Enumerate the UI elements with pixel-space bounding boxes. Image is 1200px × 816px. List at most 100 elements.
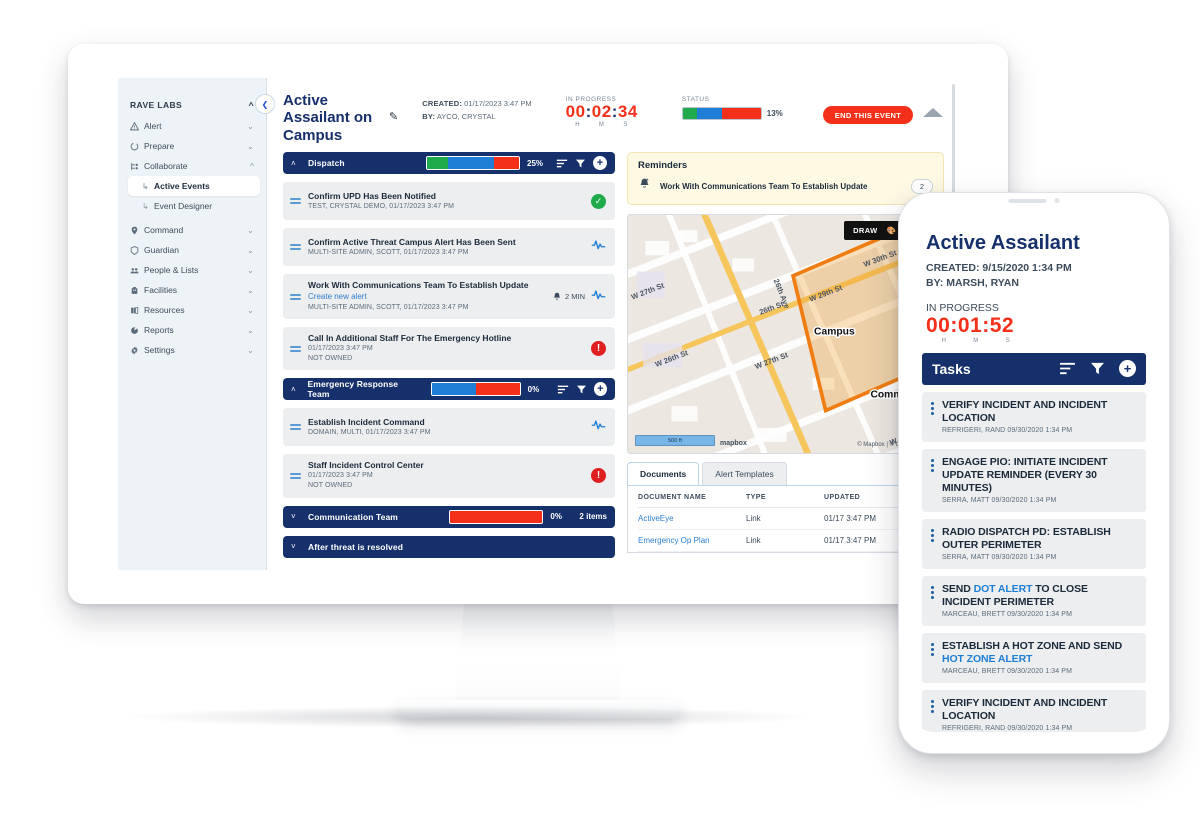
sort-icon[interactable] xyxy=(1059,362,1076,375)
chevron-up-icon: ^ xyxy=(250,161,254,171)
table-row[interactable]: Emergency Op Plan Link 01/17 3:47 PM xyxy=(638,530,933,553)
end-event-button[interactable]: END THIS EVENT xyxy=(822,106,914,124)
drag-handle-icon[interactable] xyxy=(931,697,935,732)
task-meta: MARCEAU, BRETT 09/30/2020 1:34 PM xyxy=(942,667,1073,675)
sidebar-item-settings[interactable]: Settings ⌄ xyxy=(118,340,266,360)
task-row[interactable]: Call In Additional Staff For The Emergen… xyxy=(283,326,615,371)
drag-handle-icon[interactable] xyxy=(290,293,301,300)
section-progress-bar xyxy=(431,382,521,397)
unit-s: S xyxy=(623,121,628,128)
sidebar-item-reports[interactable]: Reports ⌄ xyxy=(118,320,266,340)
timer-units: H M S xyxy=(566,122,638,128)
phone-task-row[interactable]: SEND DOT ALERT TO CLOSE INCIDENT PERIMET… xyxy=(922,575,1146,626)
phone-task-row[interactable]: VERIFY INCIDENT AND INCIDENT LOCATION REF… xyxy=(922,689,1146,732)
add-task-button[interactable]: + xyxy=(593,156,607,171)
pin-icon xyxy=(130,226,144,235)
people-icon xyxy=(130,266,144,275)
tab-documents[interactable]: Documents xyxy=(627,462,700,486)
reminder-item[interactable]: Work With Communications Team To Establi… xyxy=(638,177,933,195)
sidebar-item-resources[interactable]: Resources ⌄ xyxy=(118,300,266,320)
section-progress-bar xyxy=(449,509,544,524)
phone-task-row[interactable]: ESTABLISH A HOT ZONE AND SEND HOT ZONE A… xyxy=(922,632,1146,683)
drag-handle-icon[interactable] xyxy=(931,456,935,504)
chevron-down-icon: ⌄ xyxy=(246,120,254,131)
task-meta: NOT OWNED xyxy=(308,482,353,490)
task-activity-icon[interactable] xyxy=(591,238,606,256)
task-activity-icon[interactable] xyxy=(591,288,606,306)
phone-elapsed-timer: 00:01:52 xyxy=(926,314,1015,338)
phone-task-row[interactable]: ENGAGE PIO: INITIATE INCIDENT UPDATE REM… xyxy=(922,448,1146,512)
task-name: SEND DOT ALERT TO CLOSE INCIDENT PERIMET… xyxy=(942,582,1088,608)
task-row[interactable]: Confirm UPD Has Been Notified TEST, CRYST… xyxy=(283,182,615,221)
task-name: Confirm Active Threat Campus Alert Has B… xyxy=(308,236,516,247)
drag-handle-icon[interactable] xyxy=(931,526,935,561)
collapse-header-caret-icon[interactable] xyxy=(923,108,944,117)
phone-task-row[interactable]: VERIFY INCIDENT AND INCIDENT LOCATION REF… xyxy=(922,391,1146,442)
sidebar-collapse-button[interactable]: ❮ xyxy=(255,94,275,114)
documents-panel: DOCUMENT NAME TYPE UPDATED ActiveEye Link… xyxy=(627,485,944,554)
add-task-button[interactable]: + xyxy=(593,382,607,397)
mapbox-logo: mapbox xyxy=(720,440,747,448)
section-header[interactable]: ˅ After threat is resolved xyxy=(283,535,615,558)
task-activity-icon[interactable] xyxy=(591,418,606,436)
sidebar-item-active-events[interactable]: ↳ Active Events xyxy=(128,176,260,196)
sidebar-item-people-lists[interactable]: People & Lists ⌄ xyxy=(118,260,266,280)
filter-icon[interactable] xyxy=(576,385,587,394)
status-segment xyxy=(682,108,697,119)
task-link[interactable]: Create new alert xyxy=(308,291,545,303)
section-header[interactable]: ˅ Communication Team 0% 2 items xyxy=(283,505,615,528)
sidebar-item-facilities[interactable]: Facilities ⌄ xyxy=(118,280,266,300)
filter-icon[interactable] xyxy=(1090,362,1105,375)
sidebar-item-event-designer[interactable]: ↳ Event Designer xyxy=(118,196,266,216)
document-name[interactable]: Emergency Op Plan xyxy=(638,536,746,545)
incident-map[interactable]: W 27th St W 26th St 26th St W 29th St W … xyxy=(627,214,944,455)
section-header[interactable]: ˄ Dispatch 25% + xyxy=(283,152,615,175)
task-link[interactable]: DOT ALERT xyxy=(974,583,1033,595)
palette-icon[interactable]: 🎨 xyxy=(887,226,897,235)
drag-handle-icon[interactable] xyxy=(290,424,301,431)
drag-handle-icon[interactable] xyxy=(931,583,935,618)
document-name[interactable]: ActiveEye xyxy=(638,514,746,523)
timer-hours: 00 xyxy=(565,102,586,121)
sidebar-item-collaborate[interactable]: Collaborate ^ xyxy=(118,156,266,176)
phone-timer-units: H M S xyxy=(926,338,1142,344)
task-row[interactable]: Staff Incident Control Center 01/17/2023 … xyxy=(283,454,615,498)
drag-handle-icon[interactable] xyxy=(290,244,301,251)
section-header[interactable]: ˄ Emergency Response Team 0% + xyxy=(283,378,615,401)
drag-handle-icon[interactable] xyxy=(290,345,301,352)
sidebar-item-label: Collaborate xyxy=(144,161,188,171)
task-row[interactable]: Establish Incident Command DOMAIN, MULTI,… xyxy=(283,408,615,447)
sidebar-item-label: People & Lists xyxy=(144,265,199,275)
chevron-up-icon: ^ xyxy=(248,100,254,110)
map-canvas: W 27th St W 26th St 26th St W 29th St W … xyxy=(628,215,943,454)
event-status: STATUS 13% xyxy=(681,96,783,120)
tab-alert-templates[interactable]: Alert Templates xyxy=(702,462,787,486)
sidebar-item-alert[interactable]: Alert ⌄ xyxy=(118,116,266,136)
documents-tabs: Documents Alert Templates xyxy=(627,462,944,486)
sort-icon[interactable] xyxy=(556,159,568,168)
task-name: Establish Incident Command xyxy=(308,416,425,427)
monitor-stand-neck xyxy=(454,600,622,706)
drag-handle-icon[interactable] xyxy=(931,640,935,675)
task-row[interactable]: Work With Communications Team To Establi… xyxy=(283,274,615,319)
add-task-button[interactable]: + xyxy=(1119,360,1136,378)
drag-handle-icon[interactable] xyxy=(931,399,935,434)
phone-task-row[interactable]: RADIO DISPATCH PD: ESTABLISH OUTER PERIM… xyxy=(922,518,1146,569)
task-row[interactable]: Confirm Active Threat Campus Alert Has B… xyxy=(283,228,615,267)
edit-title-pencil-icon[interactable]: ✎ xyxy=(389,110,398,123)
phone-created: CREATED: 9/15/2020 1:34 PM xyxy=(926,261,1142,276)
sidebar-item-command[interactable]: Command ⌄ xyxy=(118,220,266,240)
sidebar-item-prepare[interactable]: Prepare ⌄ xyxy=(118,136,266,156)
sidebar-item-guardian[interactable]: Guardian ⌄ xyxy=(118,240,266,260)
status-progress-bar xyxy=(681,107,762,120)
task-meta: 01/17/2023 3:47 PM xyxy=(308,345,373,352)
section-item-count: 2 items xyxy=(579,512,607,522)
drag-handle-icon[interactable] xyxy=(290,472,301,479)
table-row[interactable]: ActiveEye Link 01/17 3:47 PM xyxy=(638,508,933,531)
arrow-sub-icon: ↳ xyxy=(142,181,149,191)
filter-icon[interactable] xyxy=(575,159,586,168)
task-link[interactable]: HOT ZONE ALERT xyxy=(942,653,1032,665)
drag-handle-icon[interactable] xyxy=(290,198,301,205)
sort-icon[interactable] xyxy=(557,385,569,394)
status-segment xyxy=(721,108,761,119)
